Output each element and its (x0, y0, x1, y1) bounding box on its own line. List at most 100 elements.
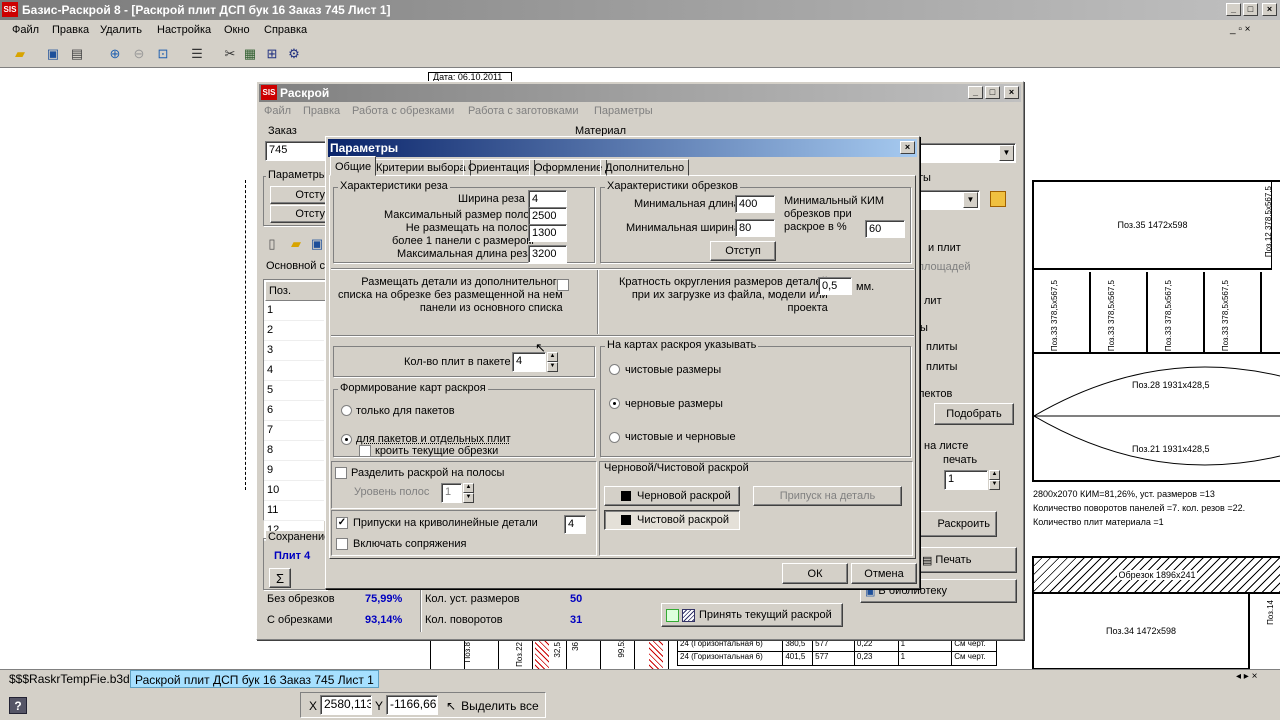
tab-design[interactable]: Оформление (529, 159, 608, 176)
help-icon[interactable]: ? (9, 697, 27, 714)
doc-tab-temp[interactable]: $$$RaskrTempFie.b3d (3, 670, 136, 688)
spin-down-icon[interactable]: ▼ (989, 480, 1000, 490)
menu-settings[interactable]: Настройка (157, 24, 211, 36)
forming-radio-packets-plates[interactable] (341, 434, 352, 445)
raskroy-menu-edit[interactable]: Правка (303, 105, 340, 117)
raskroy-menu-offcuts[interactable]: Работа с обрезками (352, 105, 454, 117)
print-count-input[interactable]: 1 (944, 470, 988, 490)
rounding-input[interactable]: 0,5 (818, 277, 852, 295)
raskroy-close-icon[interactable]: × (1004, 86, 1019, 99)
tab-criteria[interactable]: Критерии выбора (371, 159, 471, 176)
table-row[interactable]: 7 (264, 421, 324, 441)
menu-delete[interactable]: Удалить (100, 24, 142, 36)
tab-orientation[interactable]: Ориентация (463, 159, 536, 176)
menu-window[interactable]: Окно (224, 24, 250, 36)
extra-list-checkbox[interactable] (557, 279, 569, 291)
save-file-icon[interactable]: ▣ (308, 234, 326, 254)
raskroy-minimize-icon[interactable]: _ (968, 86, 983, 99)
close-icon[interactable]: × (1262, 3, 1277, 16)
tab-general[interactable]: Общие (330, 156, 377, 176)
min-kim-input[interactable]: 60 (865, 220, 905, 238)
max-strip-input[interactable]: 2500 (528, 207, 567, 225)
calc-icon[interactable] (990, 191, 1006, 207)
print-icon[interactable]: ▤ (67, 44, 87, 64)
open-folder-icon[interactable]: ▰ (10, 44, 30, 64)
spin-down-icon[interactable]: ▼ (547, 362, 558, 372)
split-checkbox[interactable] (335, 467, 347, 479)
allowance-input[interactable]: 4 (564, 515, 586, 534)
print-button[interactable]: ▤ Печать (915, 547, 1017, 573)
cut-button[interactable]: Раскроить (915, 511, 997, 537)
packet-spinner[interactable]: ▲ ▼ (546, 352, 558, 372)
minimize-icon[interactable]: _ (1226, 3, 1241, 16)
table-row[interactable]: 2 (264, 321, 324, 341)
open-file-icon[interactable]: ▰ (286, 234, 306, 254)
params-close-icon[interactable]: × (900, 141, 915, 154)
spin-down-icon[interactable]: ▼ (463, 493, 474, 503)
menu-help[interactable]: Справка (264, 24, 307, 36)
menu-edit[interactable]: Правка (52, 24, 89, 36)
table-row[interactable]: 8 (264, 441, 324, 461)
layout-icon[interactable]: ⊞ (262, 44, 282, 64)
table-row[interactable]: 3 (264, 341, 324, 361)
zoom-out-icon[interactable]: ⊖ (129, 44, 149, 64)
mates-checkbox[interactable] (336, 538, 348, 550)
doc-tab-active[interactable]: Раскрой плит ДСП бук 16 Заказ 745 Лист 1 (130, 670, 379, 688)
maps-radio-clean[interactable] (609, 364, 620, 375)
indent-button-1[interactable]: Отсту (270, 186, 328, 204)
level-spinner[interactable]: ▲ ▼ (462, 483, 474, 503)
table-row[interactable]: 11 (264, 501, 324, 521)
pos-header[interactable]: Поз. (265, 281, 327, 301)
chevron-down-icon[interactable]: ▼ (999, 145, 1014, 161)
max-cut-length-input[interactable]: 3200 (528, 245, 567, 263)
table-row[interactable]: 6 (264, 401, 324, 421)
allowance-per-part-button[interactable]: Припуск на деталь (753, 486, 902, 506)
sum-button[interactable]: Σ (269, 568, 291, 588)
no-place-input[interactable]: 1300 (528, 224, 567, 242)
raskroy-maximize-icon[interactable]: □ (985, 86, 1000, 99)
order-input[interactable]: 745 (265, 141, 331, 161)
scissors-icon[interactable]: ✂ (220, 44, 240, 64)
indent-button-2[interactable]: Отсту (270, 205, 328, 223)
chevron-down-icon[interactable]: ▼ (963, 192, 978, 208)
save-icon[interactable]: ▣ (43, 44, 63, 64)
spin-up-icon[interactable]: ▲ (989, 470, 1000, 480)
table-row[interactable]: 5 (264, 381, 324, 401)
ok-button[interactable]: ОК (782, 563, 848, 584)
zoom-in-icon[interactable]: ⊕ (105, 44, 125, 64)
tab-additional[interactable]: Дополнительно (600, 159, 690, 176)
list-icon[interactable]: ☰ (187, 44, 207, 64)
select-button[interactable]: Подобрать (934, 403, 1014, 425)
clean-cut-button[interactable]: Чистовой раскрой (604, 510, 740, 530)
min-width-input[interactable]: 80 (735, 219, 775, 237)
cut-width-input[interactable]: 4 (528, 190, 567, 208)
mdi-restore-icon[interactable]: _ ▫ × (1230, 24, 1251, 35)
allowance-checkbox[interactable]: ✓ (336, 517, 348, 529)
cut-current-offcuts-checkbox[interactable] (359, 445, 371, 457)
menu-file[interactable]: Файл (12, 24, 39, 36)
select-all-button[interactable]: ↖ Выделить все (446, 696, 539, 716)
raskroy-menu-file[interactable]: Файл (264, 105, 291, 117)
maximize-icon[interactable]: □ (1243, 3, 1258, 16)
level-input[interactable]: 1 (441, 483, 462, 503)
raskroy-menu-blanks[interactable]: Работа с заготовками (468, 105, 578, 117)
min-length-input[interactable]: 400 (735, 195, 775, 213)
cancel-button[interactable]: Отмена (851, 563, 917, 584)
accept-cut-button[interactable]: Принять текущий раскрой (661, 603, 843, 627)
indent-button[interactable]: Отступ (710, 241, 776, 261)
right-select[interactable]: ▼ (918, 190, 980, 210)
new-file-icon[interactable]: ▯ (262, 234, 282, 254)
maps-radio-rough[interactable] (609, 398, 620, 409)
table-row[interactable]: 1 (264, 301, 324, 321)
maps-radio-both[interactable] (609, 432, 620, 443)
rough-cut-button[interactable]: Черновой раскрой (604, 486, 740, 506)
grid-icon[interactable]: ▦ (240, 44, 260, 64)
table-row[interactable]: 4 (264, 361, 324, 381)
spin-up-icon[interactable]: ▲ (547, 352, 558, 362)
table-row[interactable]: 9 (264, 461, 324, 481)
print-count-spinner[interactable]: ▲ ▼ (988, 470, 1000, 490)
zoom-fit-icon[interactable]: ⊡ (153, 44, 173, 64)
spin-up-icon[interactable]: ▲ (463, 483, 474, 493)
material-select[interactable]: ▼ (918, 143, 1016, 163)
raskroy-menu-params[interactable]: Параметры (594, 105, 653, 117)
